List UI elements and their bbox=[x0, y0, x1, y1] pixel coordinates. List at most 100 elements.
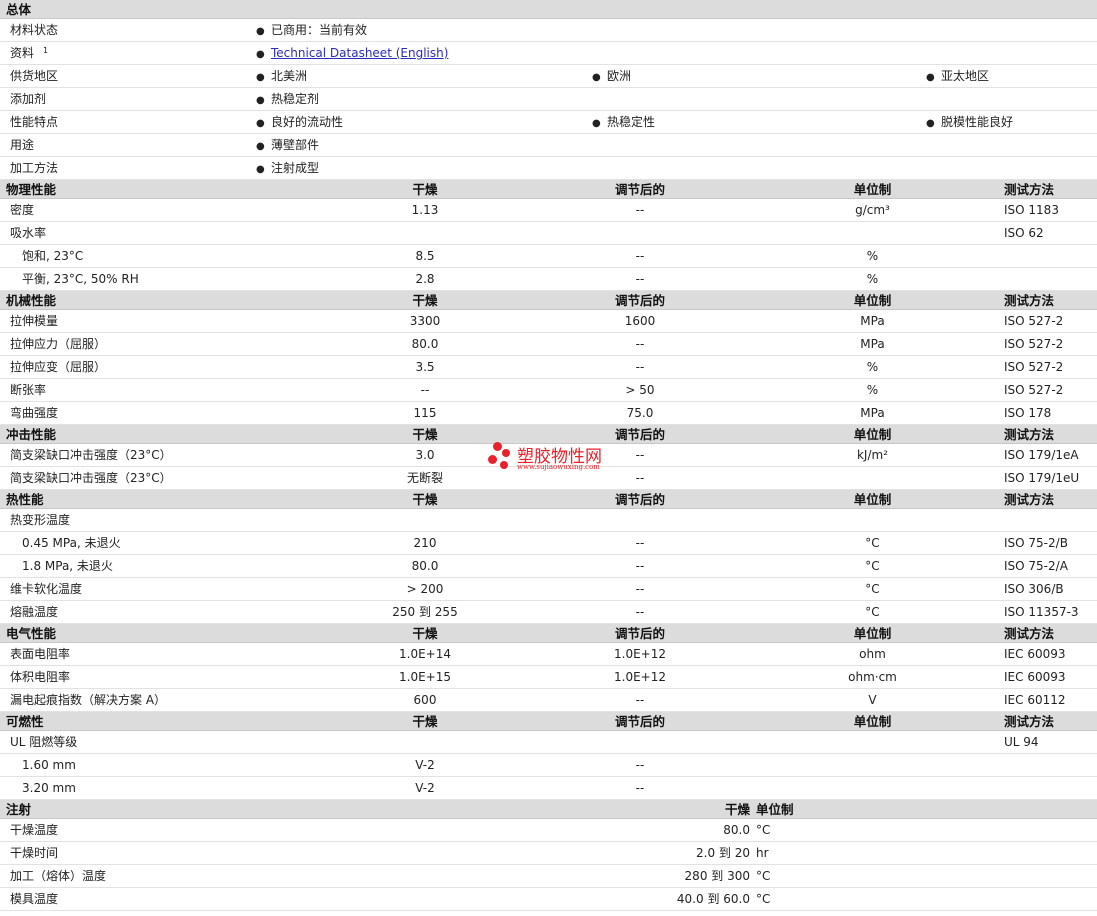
column-header-unit: 单位制 bbox=[853, 293, 892, 308]
column-header-unit: 单位制 bbox=[853, 714, 892, 729]
injection-value: 40.0 到 60.0 bbox=[676, 892, 750, 906]
property-row: 0.45 MPa, 未退火 210 -- °C ISO 75-2/B bbox=[0, 532, 1097, 555]
column-header-test: 测试方法 bbox=[1004, 293, 1055, 308]
dry-value: 250 到 255 bbox=[392, 605, 458, 619]
unit-value: °C bbox=[865, 605, 880, 619]
info-value-text: 热稳定性 bbox=[607, 115, 656, 129]
property-row: 平衡, 23°C, 50% RH 2.8 --% bbox=[0, 268, 1097, 291]
property-label: 3.20 mm bbox=[22, 781, 76, 795]
unit-value: % bbox=[866, 272, 879, 286]
property-row: 吸水率 ISO 62 bbox=[0, 222, 1097, 245]
test-method: IEC 60112 bbox=[1004, 693, 1066, 707]
test-method: IEC 60093 bbox=[1004, 670, 1066, 684]
info-value: ● 热稳定性 bbox=[592, 111, 655, 135]
column-header-conditioned: 调节后的 bbox=[614, 427, 665, 442]
test-method: UL 94 bbox=[1004, 735, 1039, 749]
column-header-test: 测试方法 bbox=[1004, 714, 1055, 729]
bullet-icon: ● bbox=[592, 118, 601, 129]
conditioned-value: -- bbox=[635, 758, 645, 772]
test-method: ISO 527-2 bbox=[1004, 360, 1064, 374]
dry-value: -- bbox=[420, 383, 430, 397]
column-header-conditioned: 调节后的 bbox=[614, 492, 665, 507]
injection-label: 干燥温度 bbox=[10, 823, 59, 837]
column-header-dry: 干燥 bbox=[412, 492, 438, 507]
dry-value: 2.8 bbox=[415, 272, 435, 286]
bullet-icon: ● bbox=[256, 72, 265, 83]
column-header-test: 测试方法 bbox=[1004, 427, 1055, 442]
unit-value: °C bbox=[865, 582, 880, 596]
property-label: 拉伸应力（屈服） bbox=[10, 337, 107, 351]
unit-value: % bbox=[866, 383, 879, 397]
test-method: ISO 527-2 bbox=[1004, 383, 1064, 397]
column-header-conditioned: 调节后的 bbox=[614, 714, 665, 729]
info-label: 性能特点 bbox=[10, 115, 59, 129]
conditioned-value: 75.0 bbox=[626, 406, 654, 420]
dry-value: 210 bbox=[413, 536, 437, 550]
property-label: 断张率 bbox=[10, 383, 47, 397]
dry-value: 80.0 bbox=[411, 337, 439, 351]
test-method: ISO 306/B bbox=[1004, 582, 1064, 596]
property-row: 密度 1.13 -- g/cm³ ISO 1183 bbox=[0, 199, 1097, 222]
info-value-text: 亚太地区 bbox=[941, 69, 990, 83]
property-label: 简支梁缺口冲击强度（23°C） bbox=[10, 471, 172, 485]
property-row: UL 阻燃等级 UL 94 bbox=[0, 731, 1097, 754]
info-row: 加工方法 ● 注射成型 bbox=[0, 157, 1097, 180]
dry-value: 1.0E+15 bbox=[399, 670, 451, 684]
test-method: ISO 178 bbox=[1004, 406, 1052, 420]
injection-row: 干燥时间 2.0 到 20 hr bbox=[0, 842, 1097, 865]
injection-unit: °C bbox=[756, 869, 771, 883]
column-header-conditioned: 调节后的 bbox=[614, 182, 665, 197]
section-title: 注射 bbox=[6, 802, 32, 817]
section-title: 电气性能 bbox=[6, 626, 57, 641]
injection-value: 2.0 到 20 bbox=[696, 846, 750, 860]
unit-value: MPa bbox=[860, 406, 885, 420]
conditioned-value: -- bbox=[635, 536, 645, 550]
info-value-text: 北美洲 bbox=[271, 69, 308, 83]
property-label: 拉伸模量 bbox=[10, 314, 59, 328]
info-value-text: 已商用：当前有效 bbox=[271, 23, 368, 37]
unit-value: °C bbox=[865, 559, 880, 573]
info-value: ● 亚太地区 bbox=[926, 65, 989, 89]
section-title: 可燃性 bbox=[6, 714, 44, 729]
property-label: 简支梁缺口冲击强度（23°C） bbox=[10, 448, 172, 462]
test-method: IEC 60093 bbox=[1004, 647, 1066, 661]
dry-value: 3.0 bbox=[415, 448, 435, 462]
property-row: 维卡软化温度 > 200 -- °C ISO 306/B bbox=[0, 578, 1097, 601]
bullet-icon: ● bbox=[592, 72, 601, 83]
property-label: 拉伸应变（屈服） bbox=[10, 360, 107, 374]
info-value-text: 脱模性能良好 bbox=[941, 115, 1014, 129]
datasheet-link[interactable]: Technical Datasheet (English) bbox=[271, 46, 448, 60]
unit-value: % bbox=[866, 360, 879, 374]
unit-value: MPa bbox=[860, 314, 885, 328]
bullet-icon: ● bbox=[256, 164, 265, 175]
conditioned-value: 1600 bbox=[624, 314, 656, 328]
column-header-test: 测试方法 bbox=[1004, 626, 1055, 641]
injection-unit: hr bbox=[756, 846, 769, 860]
property-label: 1.8 MPa, 未退火 bbox=[22, 559, 113, 573]
info-row: 用途 ● 薄壁部件 bbox=[0, 134, 1097, 157]
info-value: ● 欧洲 bbox=[592, 65, 631, 89]
property-row: 简支梁缺口冲击强度（23°C） 3.0 -- kJ/m² ISO 179/1eA bbox=[0, 444, 1097, 467]
property-row: 拉伸模量 3300 1600 MPa ISO 527-2 bbox=[0, 310, 1097, 333]
injection-row: 加工（熔体）温度 280 到 300 °C bbox=[0, 865, 1097, 888]
property-label: 密度 bbox=[10, 203, 35, 217]
section-header-general: 总体 bbox=[0, 0, 1097, 19]
section-header: 热性能 干燥 调节后的 单位制 测试方法 bbox=[0, 490, 1097, 509]
conditioned-value: -- bbox=[635, 605, 645, 619]
unit-value: °C bbox=[865, 536, 880, 550]
property-row: 断张率 -- > 50% ISO 527-2 bbox=[0, 379, 1097, 402]
info-row: 添加剂 ● 热稳定剂 bbox=[0, 88, 1097, 111]
info-label: 用途 bbox=[10, 138, 35, 152]
column-header-unit: 单位制 bbox=[756, 802, 794, 817]
property-row: 弯曲强度 115 75.0 MPa ISO 178 bbox=[0, 402, 1097, 425]
info-value-text: 欧洲 bbox=[607, 69, 632, 83]
injection-value: 80.0 bbox=[723, 823, 750, 837]
property-row: 热变形温度 bbox=[0, 509, 1097, 532]
conditioned-value: -- bbox=[635, 781, 645, 795]
info-value: ● 热稳定剂 bbox=[256, 88, 319, 112]
info-value: ● 良好的流动性 bbox=[256, 111, 343, 135]
conditioned-value: > 50 bbox=[625, 383, 655, 397]
injection-unit: °C bbox=[756, 823, 771, 837]
property-label: 弯曲强度 bbox=[10, 406, 59, 420]
property-label: 体积电阻率 bbox=[10, 670, 71, 684]
